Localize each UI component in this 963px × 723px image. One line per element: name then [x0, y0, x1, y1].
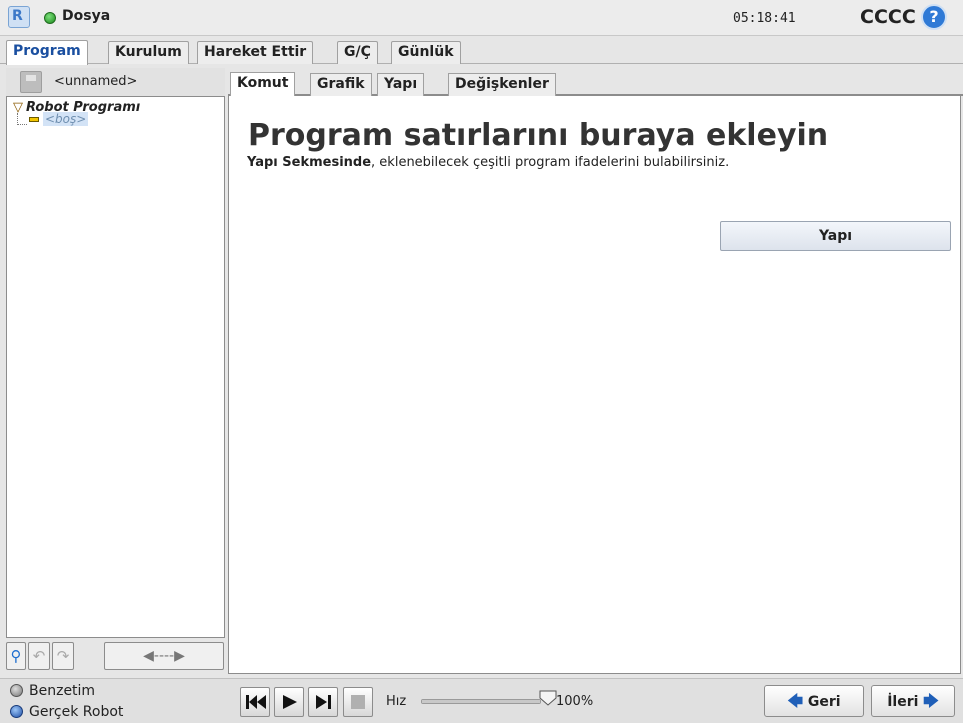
radio-icon	[10, 705, 23, 718]
step-button[interactable]	[308, 687, 338, 717]
speed-slider-fill	[422, 700, 540, 703]
status-dot-icon	[44, 12, 56, 24]
step-icon	[316, 695, 331, 709]
redo-icon: ↷	[56, 647, 70, 665]
redo-button[interactable]: ↷	[52, 642, 74, 670]
tab-gunluk[interactable]: Günlük	[391, 41, 461, 64]
title-bar: R Dosya 05:18:41 CCCC ?	[0, 0, 963, 36]
tab-grafik[interactable]: Grafik	[310, 73, 372, 96]
program-name: <unnamed>	[54, 74, 138, 89]
tab-yapi[interactable]: Yapı	[377, 73, 425, 96]
command-area: Komut Grafik Yapı Değişkenler Program sa…	[228, 68, 963, 676]
speed-slider[interactable]	[421, 699, 541, 704]
clock: 05:18:41	[733, 11, 796, 26]
tree-empty-node[interactable]: <boş>	[43, 112, 89, 126]
rewind-button[interactable]	[240, 687, 270, 717]
mode-simulation[interactable]: Benzetim	[10, 683, 95, 699]
next-button[interactable]: İleri 🡆	[871, 685, 955, 717]
back-button[interactable]: 🡄 Geri	[764, 685, 864, 717]
tab-hareket-ettir[interactable]: Hareket Ettir	[197, 41, 314, 64]
mode-real-robot[interactable]: Gerçek Robot	[10, 704, 123, 720]
main-tabs: Program Kurulum Hareket Ettir G/Ç Günlük	[0, 38, 963, 65]
program-header: <unnamed>	[6, 68, 225, 96]
undo-icon: ↶	[32, 647, 46, 665]
arrow-left-icon: 🡄	[787, 692, 803, 710]
tree-toolbar: ⚲ ↶ ↷ ◀----▶	[6, 642, 225, 670]
stop-button[interactable]	[343, 687, 373, 717]
hint-rest: , eklenebilecek çeşitli program ifadeler…	[371, 155, 730, 170]
help-button[interactable]: ?	[921, 4, 947, 30]
play-button[interactable]	[274, 687, 304, 717]
structure-button[interactable]: Yapı	[720, 221, 951, 251]
bottom-bar: Benzetim Gerçek Robot Hız 100% 🡄 Geri İl…	[0, 678, 963, 723]
hint-text: Yapı Sekmesinde, eklenebilecek çeşitli p…	[247, 155, 729, 170]
program-tree[interactable]: ▽ Robot Programı <boş>	[6, 96, 225, 638]
speed-value: 100%	[556, 694, 594, 709]
page-title: Program satırlarını buraya ekleyin	[248, 118, 829, 153]
save-icon[interactable]	[20, 71, 42, 93]
rewind-icon	[246, 695, 266, 709]
sub-tabs: Komut Grafik Yapı Değişkenler	[228, 70, 963, 97]
hint-emphasis: Yapı Sekmesinde	[247, 155, 372, 170]
tab-io[interactable]: G/Ç	[337, 41, 378, 64]
tab-kurulum[interactable]: Kurulum	[108, 41, 189, 64]
move-node-button[interactable]: ◀----▶	[104, 642, 224, 670]
radio-icon	[10, 684, 23, 697]
arrow-right-icon: 🡆	[923, 692, 939, 710]
tab-degiskenler[interactable]: Değişkenler	[448, 73, 556, 96]
robot-name: CCCC	[860, 6, 916, 28]
tab-komut[interactable]: Komut	[230, 72, 296, 97]
command-panel: Program satırlarını buraya ekleyin Yapı …	[228, 96, 961, 674]
speed-label: Hız	[386, 694, 407, 709]
tab-program[interactable]: Program	[6, 40, 88, 65]
ur-logo-icon: R	[8, 6, 30, 28]
program-tree-panel: <unnamed> ▽ Robot Programı <boş> ⚲ ↶ ↷ ◀-…	[6, 68, 225, 676]
file-menu[interactable]: Dosya	[62, 8, 110, 24]
undo-button[interactable]: ↶	[28, 642, 50, 670]
tree-connector	[17, 113, 27, 125]
stop-icon	[351, 695, 365, 709]
search-icon: ⚲	[10, 647, 22, 665]
empty-node-icon	[29, 117, 39, 122]
speed-slider-thumb[interactable]	[539, 690, 557, 706]
search-button[interactable]: ⚲	[6, 642, 26, 670]
play-icon	[283, 695, 297, 709]
